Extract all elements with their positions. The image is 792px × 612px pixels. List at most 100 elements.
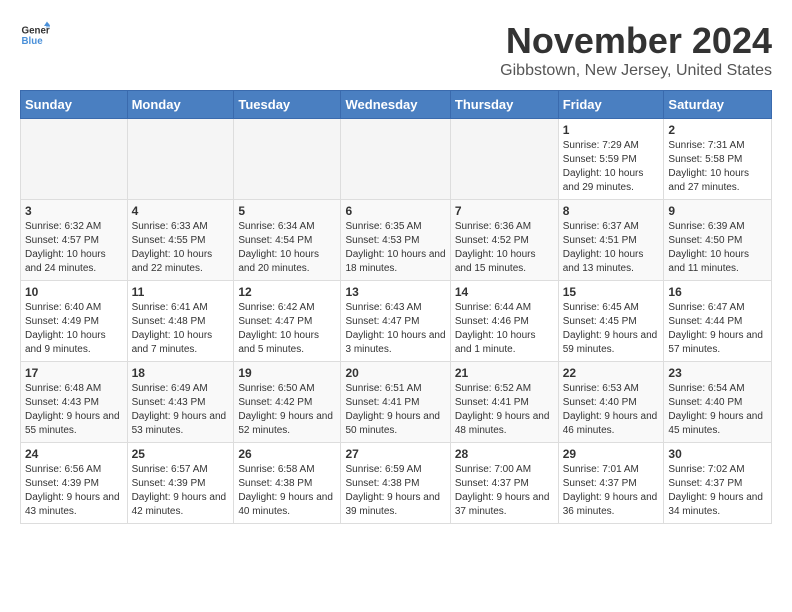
day-cell: 10Sunrise: 6:40 AM Sunset: 4:49 PM Dayli… [21, 281, 128, 362]
weekday-header-monday: Monday [127, 91, 234, 119]
day-info: Sunrise: 6:47 AM Sunset: 4:44 PM Dayligh… [668, 301, 767, 357]
day-info: Sunrise: 7:29 AM Sunset: 5:59 PM Dayligh… [563, 139, 660, 195]
day-number: 12 [238, 285, 336, 299]
day-number: 9 [668, 204, 767, 218]
day-number: 28 [455, 447, 554, 461]
day-number: 11 [132, 285, 230, 299]
calendar-table: SundayMondayTuesdayWednesdayThursdayFrid… [20, 90, 772, 524]
day-info: Sunrise: 6:53 AM Sunset: 4:40 PM Dayligh… [563, 382, 660, 438]
day-number: 15 [563, 285, 660, 299]
day-info: Sunrise: 6:43 AM Sunset: 4:47 PM Dayligh… [345, 301, 445, 357]
day-cell [127, 119, 234, 200]
day-number: 25 [132, 447, 230, 461]
day-cell: 12 Sunrise: 6:42 AM Sunset: 4:47 PM Dayli… [234, 281, 341, 362]
location: Gibbstown, New Jersey, United States [500, 62, 772, 80]
day-info: Sunrise: 6:35 AM Sunset: 4:53 PM Dayligh… [345, 220, 445, 276]
day-number: 19 [238, 366, 336, 380]
day-info: Sunrise: 6:42 AM Sunset: 4:47 PM Dayligh… [238, 301, 336, 357]
day-cell: 1 Sunrise: 7:29 AM Sunset: 5:59 PM Daylig… [558, 119, 664, 200]
day-cell [450, 119, 558, 200]
day-number: 21 [455, 366, 554, 380]
week-row-5: 24 Sunrise: 6:56 AM Sunset: 4:39 PM Dayli… [21, 443, 772, 524]
day-cell: 19 Sunrise: 6:50 AM Sunset: 4:42 PM Dayli… [234, 362, 341, 443]
day-cell: 21 Sunrise: 6:52 AM Sunset: 4:41 PM Dayli… [450, 362, 558, 443]
day-number: 20 [345, 366, 445, 380]
day-number: 27 [345, 447, 445, 461]
day-number: 18 [132, 366, 230, 380]
day-number: 1 [563, 123, 660, 137]
day-info: Sunrise: 6:56 AM Sunset: 4:39 PM Dayligh… [25, 463, 123, 519]
weekday-header-friday: Friday [558, 91, 664, 119]
day-number: 16 [668, 285, 767, 299]
day-cell: 14 Sunrise: 6:44 AM Sunset: 4:46 PM Dayli… [450, 281, 558, 362]
day-cell: 9 Sunrise: 6:39 AM Sunset: 4:50 PM Daylig… [664, 200, 772, 281]
day-cell: 25 Sunrise: 6:57 AM Sunset: 4:39 PM Dayli… [127, 443, 234, 524]
title-block: November 2024 Gibbstown, New Jersey, Uni… [500, 20, 772, 80]
day-cell: 6Sunrise: 6:35 AM Sunset: 4:53 PM Daylig… [341, 200, 450, 281]
day-info: Sunrise: 6:50 AM Sunset: 4:42 PM Dayligh… [238, 382, 336, 438]
day-info: Sunrise: 6:57 AM Sunset: 4:39 PM Dayligh… [132, 463, 230, 519]
day-cell: 13 Sunrise: 6:43 AM Sunset: 4:47 PM Dayli… [341, 281, 450, 362]
day-number: 26 [238, 447, 336, 461]
day-cell: 18 Sunrise: 6:49 AM Sunset: 4:43 PM Dayli… [127, 362, 234, 443]
svg-text:General: General [22, 26, 51, 37]
logo-icon: General Blue [20, 20, 50, 50]
svg-text:Blue: Blue [22, 36, 44, 47]
day-number: 5 [238, 204, 336, 218]
day-cell: 23Sunrise: 6:54 AM Sunset: 4:40 PM Dayli… [664, 362, 772, 443]
day-cell: 7 Sunrise: 6:36 AM Sunset: 4:52 PM Daylig… [450, 200, 558, 281]
day-info: Sunrise: 6:52 AM Sunset: 4:41 PM Dayligh… [455, 382, 554, 438]
day-cell: 3 Sunrise: 6:32 AM Sunset: 4:57 PM Daylig… [21, 200, 128, 281]
day-number: 29 [563, 447, 660, 461]
day-info: Sunrise: 6:32 AM Sunset: 4:57 PM Dayligh… [25, 220, 123, 276]
week-row-3: 10Sunrise: 6:40 AM Sunset: 4:49 PM Dayli… [21, 281, 772, 362]
day-info: Sunrise: 6:48 AM Sunset: 4:43 PM Dayligh… [25, 382, 123, 438]
day-cell: 30 Sunrise: 7:02 AM Sunset: 4:37 PM Dayli… [664, 443, 772, 524]
weekday-header-wednesday: Wednesday [341, 91, 450, 119]
weekday-header-tuesday: Tuesday [234, 91, 341, 119]
day-number: 22 [563, 366, 660, 380]
day-number: 24 [25, 447, 123, 461]
day-info: Sunrise: 6:39 AM Sunset: 4:50 PM Dayligh… [668, 220, 767, 276]
day-cell [21, 119, 128, 200]
week-row-1: 1 Sunrise: 7:29 AM Sunset: 5:59 PM Daylig… [21, 119, 772, 200]
day-cell: 4 Sunrise: 6:33 AM Sunset: 4:55 PM Daylig… [127, 200, 234, 281]
day-info: Sunrise: 6:49 AM Sunset: 4:43 PM Dayligh… [132, 382, 230, 438]
day-cell: 24 Sunrise: 6:56 AM Sunset: 4:39 PM Dayli… [21, 443, 128, 524]
day-cell: 15 Sunrise: 6:45 AM Sunset: 4:45 PM Dayli… [558, 281, 664, 362]
day-info: Sunrise: 6:33 AM Sunset: 4:55 PM Dayligh… [132, 220, 230, 276]
month-title: November 2024 [500, 20, 772, 62]
day-number: 2 [668, 123, 767, 137]
day-number: 10 [25, 285, 123, 299]
day-number: 14 [455, 285, 554, 299]
logo: General Blue [20, 20, 50, 50]
day-cell: 17Sunrise: 6:48 AM Sunset: 4:43 PM Dayli… [21, 362, 128, 443]
week-row-2: 3 Sunrise: 6:32 AM Sunset: 4:57 PM Daylig… [21, 200, 772, 281]
day-info: Sunrise: 7:01 AM Sunset: 4:37 PM Dayligh… [563, 463, 660, 519]
day-cell: 11 Sunrise: 6:41 AM Sunset: 4:48 PM Dayli… [127, 281, 234, 362]
day-cell: 2Sunrise: 7:31 AM Sunset: 5:58 PM Daylig… [664, 119, 772, 200]
day-cell: 8Sunrise: 6:37 AM Sunset: 4:51 PM Daylig… [558, 200, 664, 281]
day-info: Sunrise: 7:02 AM Sunset: 4:37 PM Dayligh… [668, 463, 767, 519]
day-cell: 26Sunrise: 6:58 AM Sunset: 4:38 PM Dayli… [234, 443, 341, 524]
day-number: 7 [455, 204, 554, 218]
day-number: 30 [668, 447, 767, 461]
day-cell [234, 119, 341, 200]
day-info: Sunrise: 6:36 AM Sunset: 4:52 PM Dayligh… [455, 220, 554, 276]
day-info: Sunrise: 6:59 AM Sunset: 4:38 PM Dayligh… [345, 463, 445, 519]
page-header: General Blue November 2024 Gibbstown, Ne… [20, 20, 772, 80]
week-row-4: 17Sunrise: 6:48 AM Sunset: 4:43 PM Dayli… [21, 362, 772, 443]
day-cell: 29 Sunrise: 7:01 AM Sunset: 4:37 PM Dayli… [558, 443, 664, 524]
day-number: 4 [132, 204, 230, 218]
weekday-header-saturday: Saturday [664, 91, 772, 119]
day-info: Sunrise: 6:51 AM Sunset: 4:41 PM Dayligh… [345, 382, 445, 438]
day-info: Sunrise: 6:41 AM Sunset: 4:48 PM Dayligh… [132, 301, 230, 357]
day-info: Sunrise: 6:45 AM Sunset: 4:45 PM Dayligh… [563, 301, 660, 357]
day-cell: 27 Sunrise: 6:59 AM Sunset: 4:38 PM Dayli… [341, 443, 450, 524]
day-number: 13 [345, 285, 445, 299]
day-info: Sunrise: 6:34 AM Sunset: 4:54 PM Dayligh… [238, 220, 336, 276]
day-number: 3 [25, 204, 123, 218]
weekday-header-thursday: Thursday [450, 91, 558, 119]
day-cell: 28Sunrise: 7:00 AM Sunset: 4:37 PM Dayli… [450, 443, 558, 524]
day-info: Sunrise: 6:44 AM Sunset: 4:46 PM Dayligh… [455, 301, 554, 357]
